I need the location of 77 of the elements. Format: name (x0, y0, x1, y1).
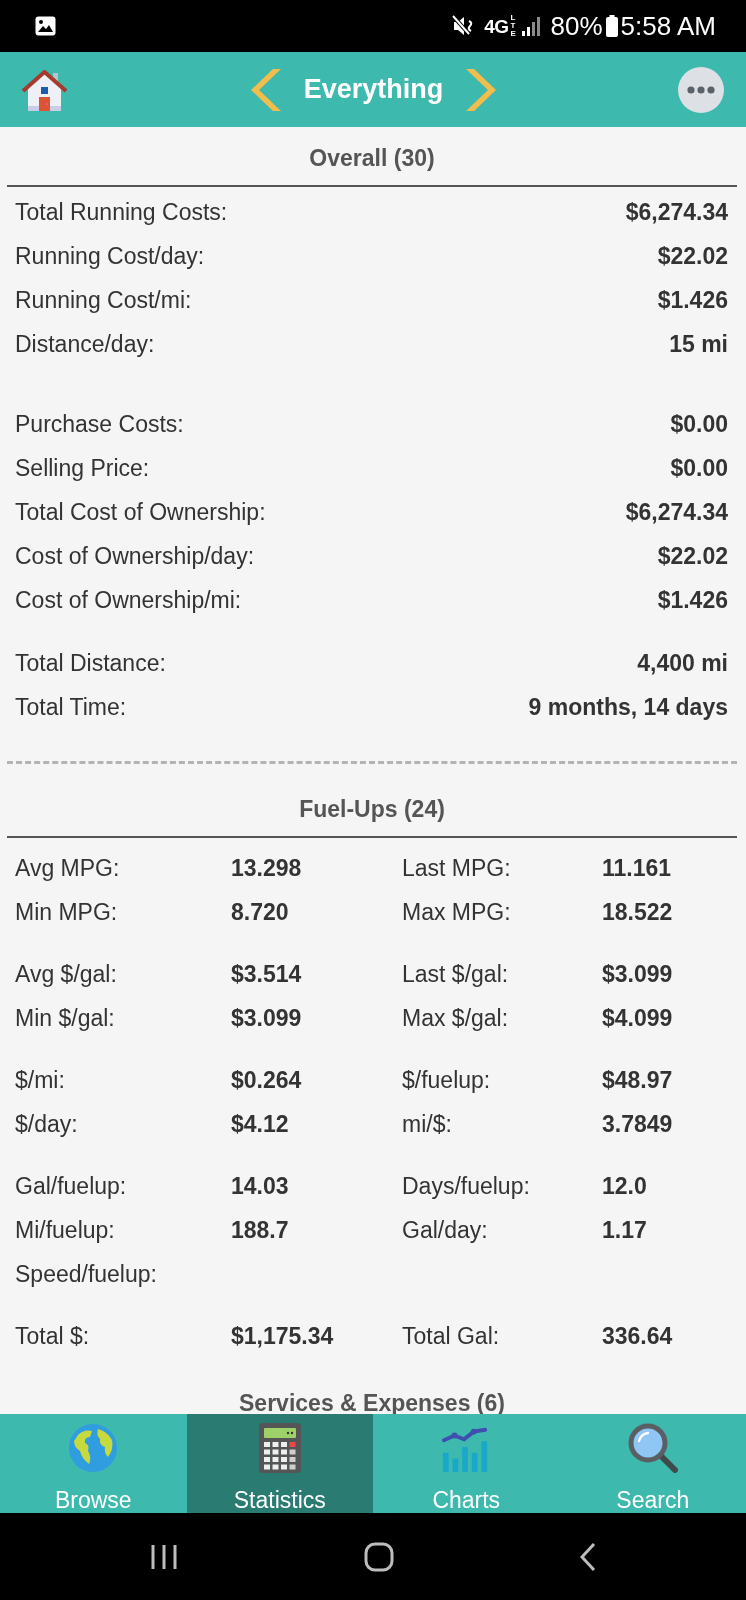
stat-value: $0.264 (231, 1068, 302, 1092)
stat-value: 14.03 (231, 1174, 289, 1198)
stat-value: 8.720 (231, 900, 289, 924)
network-sub-label: LTE (509, 14, 517, 38)
stat-label: Speed/fuelup: (15, 1262, 157, 1286)
stat-label: Avg MPG: (15, 856, 120, 880)
stat-label: $/mi: (15, 1068, 65, 1092)
stat-label: mi/$: (402, 1112, 452, 1136)
stat-label: Cost of Ownership/day: (15, 544, 255, 568)
stat-label: Cost of Ownership/mi: (15, 588, 242, 612)
stat-value: $22.02 (657, 244, 728, 268)
stat-label: Distance/day: (15, 332, 155, 356)
stat-value: $22.02 (657, 544, 728, 568)
stat-value: $6,274.34 (625, 200, 728, 224)
stat-value: 188.7 (231, 1218, 289, 1242)
stat-label: Total $: (15, 1324, 90, 1348)
more-icon (687, 85, 715, 94)
stat-label: Total Time: (15, 695, 127, 719)
stat-value: 9 months, 14 days (528, 695, 728, 719)
stat-value: $1.426 (657, 288, 728, 312)
stat-label: $/fuelup: (402, 1068, 491, 1092)
stat-label: $/day: (15, 1112, 78, 1136)
stat-label: Total Running Costs: (15, 200, 228, 224)
section-title: Overall (30) (309, 146, 435, 170)
stat-label: Gal/day: (402, 1218, 488, 1242)
stat-value: $3.514 (231, 962, 302, 986)
stat-value: 15 mi (669, 332, 728, 356)
recent-apps-icon[interactable] (150, 1542, 178, 1571)
status-time: 5:58 AM (620, 13, 716, 39)
image-icon (35, 16, 56, 36)
stat-value: $4.12 (231, 1112, 289, 1136)
battery-icon (605, 15, 618, 37)
header-title: Everything (303, 76, 444, 103)
stat-value: 18.522 (602, 900, 673, 924)
globe-icon (68, 1423, 119, 1473)
stat-value: $1,175.34 (231, 1324, 334, 1348)
stat-label: Last $/gal: (402, 962, 509, 986)
stat-label: Purchase Costs: (15, 412, 184, 436)
stat-label: Mi/fuelup: (15, 1218, 115, 1242)
stat-label: Running Cost/day: (15, 244, 205, 268)
stat-value: $0.00 (670, 412, 728, 436)
stat-value: 336.64 (602, 1324, 673, 1348)
section-title: Fuel-Ups (24) (299, 797, 445, 821)
signal-icon (520, 16, 541, 36)
stat-value: 11.161 (602, 856, 672, 880)
nav-tab[interactable]: Statistics (186, 1414, 373, 1513)
stat-value: 13.298 (231, 856, 302, 880)
stat-label: Days/fuelup: (402, 1174, 530, 1198)
stat-value: 3.7849 (602, 1112, 673, 1136)
stat-label: Min MPG: (15, 900, 118, 924)
stat-value: $48.97 (602, 1068, 673, 1092)
stat-label: Selling Price: (15, 456, 150, 480)
stat-value: $3.099 (231, 1006, 302, 1030)
stat-label: Running Cost/mi: (15, 288, 192, 312)
stat-label: Max MPG: (402, 900, 511, 924)
battery-percentage: 80% (550, 13, 603, 39)
stat-label: Max $/gal: (402, 1006, 509, 1030)
stat-value: $3.099 (602, 962, 673, 986)
stat-value: $6,274.34 (625, 500, 728, 524)
stat-label: Total Distance: (15, 651, 166, 675)
more-button[interactable] (678, 66, 724, 113)
stat-value: 12.0 (602, 1174, 647, 1198)
stat-label: Total Cost of Ownership: (15, 500, 266, 524)
back-icon[interactable] (580, 1541, 596, 1572)
network-type-label: 4G (484, 16, 509, 36)
stat-value: 1.17 (602, 1218, 647, 1242)
stat-value: $4.099 (602, 1006, 673, 1030)
stat-value: $0.00 (670, 456, 728, 480)
stat-value: $1.426 (657, 588, 728, 612)
stat-label: Last MPG: (402, 856, 511, 880)
search-icon (627, 1423, 678, 1473)
stat-value: 4,400 mi (637, 651, 728, 675)
stat-label: Gal/fuelup: (15, 1174, 127, 1198)
home-button-icon[interactable] (364, 1541, 394, 1572)
stat-label: Avg $/gal: (15, 962, 117, 986)
stat-label: Min $/gal: (15, 1006, 115, 1030)
stat-label: Total Gal: (402, 1324, 500, 1348)
